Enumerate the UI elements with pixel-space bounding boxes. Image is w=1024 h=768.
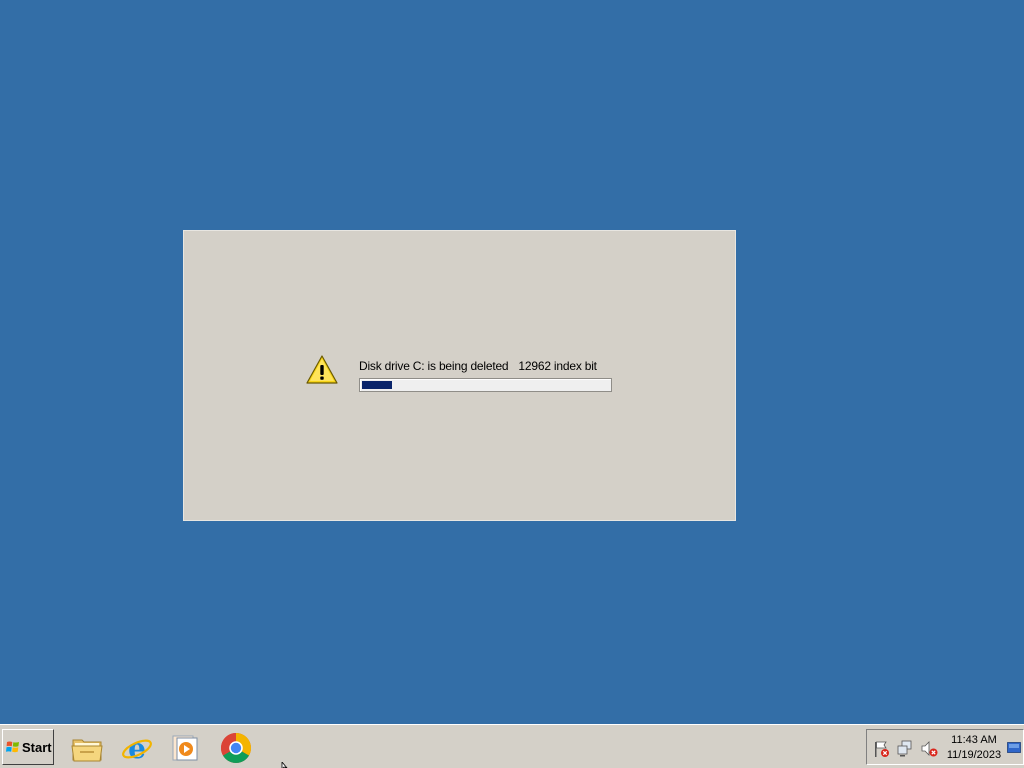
volume-muted-icon[interactable] — [921, 740, 939, 758]
clock-date: 11/19/2023 — [946, 749, 1002, 761]
taskbar: Start e 11:43 AM 11/19/2023 — [0, 724, 1024, 768]
progress-fill — [362, 381, 392, 389]
mouse-cursor — [281, 762, 288, 768]
chrome-button[interactable] — [219, 731, 253, 765]
start-button[interactable]: Start — [2, 729, 54, 765]
system-tray: 11:43 AM 11/19/2023 — [866, 729, 1024, 765]
show-desktop-icon[interactable] — [1007, 741, 1021, 755]
windows-logo-icon — [6, 741, 19, 753]
file-explorer-button[interactable] — [70, 731, 104, 765]
action-center-flag-icon[interactable] — [873, 740, 891, 758]
chrome-icon — [220, 733, 252, 764]
media-player-button[interactable] — [168, 731, 202, 765]
ie-icon: e — [122, 732, 152, 764]
network-icon[interactable] — [897, 740, 915, 758]
clock[interactable]: 11:43 AM 11/19/2023 — [943, 733, 1005, 763]
progress-bar — [359, 378, 612, 392]
start-label: Start — [22, 739, 52, 755]
svg-text:e: e — [128, 732, 146, 764]
clock-time: 11:43 AM — [951, 734, 997, 746]
media-player-icon — [172, 735, 198, 761]
folder-icon — [71, 739, 103, 762]
internet-explorer-button[interactable]: e — [120, 731, 154, 765]
index-count: 12962 index bit — [518, 359, 597, 373]
status-message: Disk drive C: is being deleted 12962 inde… — [359, 359, 597, 373]
warning-icon — [306, 355, 338, 384]
message-text: Disk drive C: is being deleted — [359, 359, 509, 373]
deletion-dialog: Disk drive C: is being deleted 12962 inde… — [183, 230, 736, 521]
